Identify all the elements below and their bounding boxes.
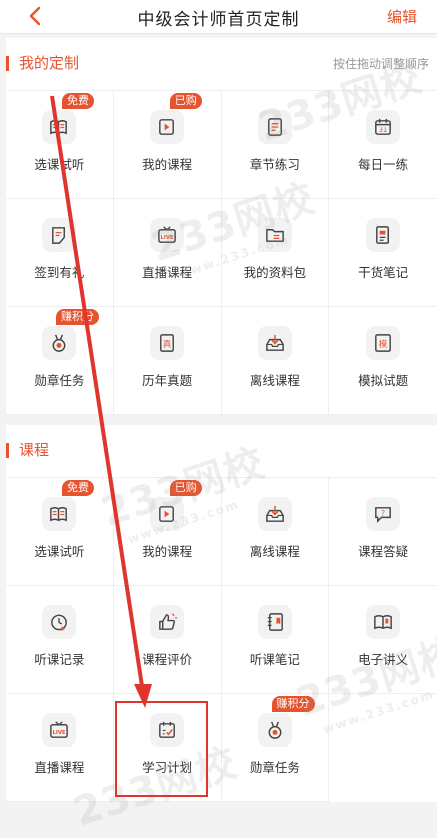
question-chat-icon: ? <box>366 497 401 531</box>
grid-item-notebook[interactable]: 听课笔记 <box>221 586 330 694</box>
grid-item-medal[interactable]: 赚积分勋章任务 <box>221 694 330 802</box>
item-badge: 赚积分 <box>56 309 99 325</box>
grid-item-live-tv[interactable]: LIVE 直播课程 <box>113 199 222 307</box>
grid-item-open-book[interactable]: 免费选课试听 <box>6 91 114 199</box>
section-header: 课程 <box>6 425 437 477</box>
grid-item-play-video[interactable]: 已购我的课程 <box>113 91 222 199</box>
download-tray-icon <box>257 326 292 360</box>
item-label: 勋章任务 <box>34 373 85 388</box>
notebook-icon <box>257 605 292 639</box>
page-title: 中级会计师首页定制 <box>137 10 300 30</box>
edit-button[interactable]: 编辑 <box>387 6 417 27</box>
item-label: 勋章任务 <box>249 760 300 775</box>
grid-item-folder[interactable]: 我的资料包 <box>221 199 330 307</box>
item-badge: 已购 <box>169 480 202 496</box>
item-label: 选课试听 <box>34 157 85 172</box>
ebook-icon <box>366 605 401 639</box>
item-label: 干货笔记 <box>358 265 409 280</box>
svg-text:LIVE: LIVE <box>161 235 174 241</box>
section-accent-bar <box>6 56 9 71</box>
item-label: 离线课程 <box>249 544 300 559</box>
grid-item-question-chat[interactable]: ? 课程答疑 <box>329 478 437 586</box>
item-label: 选课试听 <box>34 544 85 559</box>
item-label: 章节练习 <box>249 157 300 172</box>
item-label: 模拟试题 <box>358 373 409 388</box>
sign-in-icon <box>42 218 77 252</box>
courses-grid: 免费 选课试听 已购 我的课程 离线课程? 课程答疑 听课记录 课程评价 听课笔记 电子讲义 LIV… <box>6 477 437 802</box>
grid-item-exam-paper[interactable]: 真历年真题 <box>113 307 222 415</box>
mock-paper-icon: 模 <box>366 326 401 360</box>
item-label: 离线课程 <box>249 373 300 388</box>
live-tv-icon: LIVE <box>150 218 185 252</box>
item-label: 听课记录 <box>34 652 85 667</box>
clock-play-icon <box>42 605 77 639</box>
grid-item-notes[interactable]: 干货笔记 <box>329 199 437 307</box>
item-badge: 赚积分 <box>271 696 315 712</box>
play-video-icon <box>150 497 185 531</box>
my-custom-section: 我的定制 按住拖动调整顺序 免费 选课试听 已购 我的课程 章节练习 31 每日一练 签到有礼… <box>6 38 437 415</box>
section-title: 我的定制 <box>19 54 80 72</box>
item-label: 学习计划 <box>142 760 193 775</box>
item-label: 课程答疑 <box>358 544 409 559</box>
medal-icon <box>257 713 292 747</box>
folder-icon <box>257 218 292 252</box>
item-label: 电子讲义 <box>358 652 409 667</box>
svg-text:LIVE: LIVE <box>53 730 66 736</box>
item-label: 直播课程 <box>34 760 85 775</box>
open-book-icon <box>42 497 77 531</box>
grid-item-download-tray[interactable]: 离线课程 <box>221 478 330 586</box>
item-label: 我的课程 <box>142 544 193 559</box>
exam-paper-icon: 真 <box>150 326 185 360</box>
svg-text:31: 31 <box>379 126 388 134</box>
item-label: 签到有礼 <box>34 265 85 280</box>
my-custom-grid: 免费 选课试听 已购 我的课程 章节练习 31 每日一练 签到有礼 LIVE 直播课程 我的资料包干… <box>6 90 437 415</box>
plan-checklist-icon <box>150 713 185 747</box>
grid-item-live-tv[interactable]: LIVE 直播课程 <box>6 694 114 802</box>
grid-item-clock-play[interactable]: 听课记录 <box>6 586 114 694</box>
document-list-icon <box>257 110 292 144</box>
grid-item-medal[interactable]: 赚积分勋章任务 <box>6 307 114 415</box>
item-label: 课程评价 <box>142 652 193 667</box>
item-badge: 免费 <box>62 480 94 496</box>
svg-text:模: 模 <box>379 339 388 350</box>
play-video-icon <box>150 110 185 144</box>
item-badge: 免费 <box>62 93 94 109</box>
download-tray-icon <box>257 497 292 531</box>
grid-item-mock-paper[interactable]: 模模拟试题 <box>329 307 437 415</box>
notes-icon <box>366 218 401 252</box>
item-label: 历年真题 <box>142 373 193 388</box>
grid-item-sign-in[interactable]: 签到有礼 <box>6 199 114 307</box>
grid-item-download-tray[interactable]: 离线课程 <box>221 307 330 415</box>
grid-item-calendar-31[interactable]: 31 每日一练 <box>329 91 437 199</box>
item-label: 听课笔记 <box>249 652 300 667</box>
grid-item-ebook[interactable]: 电子讲义 <box>329 586 437 694</box>
section-title: 课程 <box>19 441 50 459</box>
section-accent-bar <box>6 443 9 458</box>
item-label: 每日一练 <box>358 157 409 172</box>
item-badge: 已购 <box>169 93 202 109</box>
thumbs-up-icon <box>150 605 185 639</box>
grid-item-thumbs-up[interactable]: 课程评价 <box>113 586 222 694</box>
top-bar: 中级会计师首页定制 编辑 <box>0 0 437 34</box>
live-tv-icon: LIVE <box>42 713 77 747</box>
svg-text:真: 真 <box>163 338 172 350</box>
item-label: 我的课程 <box>142 157 193 172</box>
grid-item-plan-checklist[interactable]: 学习计划 <box>113 694 222 802</box>
drag-hint: 按住拖动调整顺序 <box>332 57 429 71</box>
section-header: 我的定制 按住拖动调整顺序 <box>6 38 437 90</box>
calendar-31-icon: 31 <box>366 110 401 144</box>
svg-text:?: ? <box>381 509 385 518</box>
courses-section: 课程 免费 选课试听 已购 我的课程 离线课程? 课程答疑 听课记录 课程评价 听课笔记 电子讲义… <box>6 425 437 802</box>
grid-item-play-video[interactable]: 已购我的课程 <box>113 478 222 586</box>
medal-icon <box>42 326 77 360</box>
open-book-icon <box>42 110 77 144</box>
grid-item-open-book[interactable]: 免费选课试听 <box>6 478 114 586</box>
item-label: 直播课程 <box>142 265 193 280</box>
grid-item-document-list[interactable]: 章节练习 <box>221 91 330 199</box>
item-label: 我的资料包 <box>243 265 307 280</box>
